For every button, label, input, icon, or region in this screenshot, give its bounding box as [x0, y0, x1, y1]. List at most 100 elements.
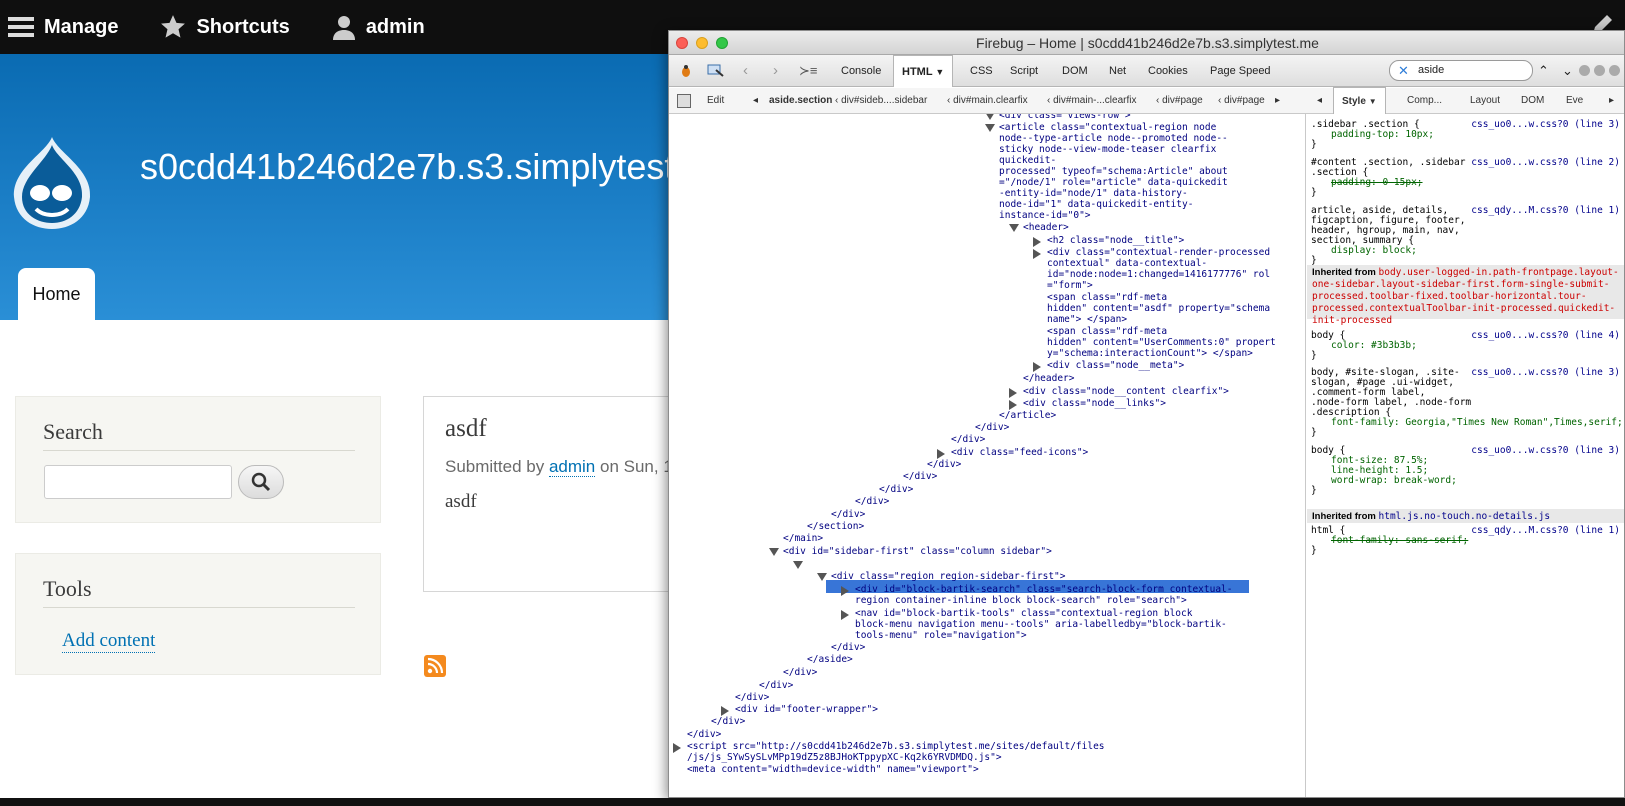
- css-property[interactable]: word-wrap: break-word;: [1331, 475, 1457, 487]
- layout-toggle-icon[interactable]: [677, 94, 691, 108]
- manage-menu[interactable]: Manage: [0, 0, 138, 54]
- html-line[interactable]: -entity-id="node/1" data-history-: [999, 188, 1188, 199]
- html-line[interactable]: y="schema:interactionCount"> </span>: [1047, 348, 1253, 359]
- css-source-link[interactable]: css_qdy...M.css?0 (line 1): [1471, 525, 1620, 537]
- tab-events[interactable]: Eve: [1566, 88, 1583, 114]
- author-link[interactable]: admin: [548, 457, 596, 477]
- firebug-close-icon[interactable]: [1609, 65, 1620, 76]
- html-line[interactable]: </div>: [927, 459, 961, 470]
- firebug-minimize-icon[interactable]: [1579, 65, 1590, 76]
- css-selector[interactable]: }: [1311, 139, 1317, 151]
- html-line[interactable]: hidden" content="asdf" property="schema: [1047, 303, 1270, 314]
- add-content-link[interactable]: Add content: [62, 630, 156, 653]
- css-property[interactable]: font-family: Georgia,"Times New Roman",T…: [1331, 417, 1623, 429]
- crumb-aside-section[interactable]: aside.section: [769, 88, 832, 114]
- html-line[interactable]: <article class="contextual-region node: [999, 122, 1216, 133]
- rss-feed-icon[interactable]: [424, 655, 446, 677]
- inspect-icon[interactable]: [707, 64, 725, 78]
- html-line[interactable]: <aside class="section" role="complementa…: [807, 559, 1059, 570]
- twisty-closed-icon[interactable]: [841, 586, 849, 596]
- tab-html[interactable]: HTML ▼: [893, 55, 954, 87]
- html-line[interactable]: </div>: [951, 434, 985, 445]
- tab-script[interactable]: Script: [1010, 55, 1038, 87]
- html-line[interactable]: tools-menu" role="navigation">: [855, 630, 1027, 641]
- html-line[interactable]: <div class="node__content clearfix">: [1023, 386, 1229, 397]
- side-scroll-left-icon[interactable]: ◂: [1317, 88, 1322, 114]
- html-line[interactable]: </div>: [975, 422, 1009, 433]
- html-line[interactable]: <header>: [1023, 222, 1069, 233]
- command-line-icon[interactable]: ≻≡: [799, 55, 817, 87]
- html-line[interactable]: </header>: [1023, 373, 1074, 384]
- html-line[interactable]: </div>: [855, 496, 889, 507]
- html-line[interactable]: </div>: [759, 680, 793, 691]
- html-line[interactable]: <div class="feed-icons">: [951, 447, 1088, 458]
- search-next-icon[interactable]: ⌄: [1562, 55, 1573, 87]
- crumb-page[interactable]: ‹ div#page: [1156, 88, 1203, 114]
- shortcuts-menu[interactable]: Shortcuts: [152, 0, 309, 54]
- html-line[interactable]: </div>: [711, 716, 745, 727]
- css-source-link[interactable]: css_uo0...w.css?0 (line 4): [1471, 330, 1620, 342]
- html-line[interactable]: /js/js_SYwSySLvMPp19dZ5z8BJHoKTppypXC-Kq…: [687, 752, 1002, 763]
- forward-arrow-icon[interactable]: ›: [773, 55, 778, 87]
- user-menu[interactable]: admin: [324, 0, 445, 54]
- twisty-closed-icon[interactable]: [1033, 237, 1041, 247]
- crumb-page-2[interactable]: ‹ div#page: [1218, 88, 1265, 114]
- drupal-logo[interactable]: [10, 135, 94, 231]
- tab-side-dom[interactable]: DOM: [1521, 88, 1544, 114]
- twisty-open-icon[interactable]: [769, 548, 779, 556]
- html-line[interactable]: <span class="rdf-meta: [1047, 292, 1167, 303]
- twisty-closed-icon[interactable]: [1009, 400, 1017, 410]
- css-selector[interactable]: }: [1311, 427, 1317, 439]
- html-line[interactable]: <meta content="width=device-width" name=…: [687, 764, 979, 775]
- html-line[interactable]: node--type-article node--promoted node--: [999, 133, 1228, 144]
- firebug-detach-icon[interactable]: [1594, 65, 1605, 76]
- crumb-main-clearfix[interactable]: ‹ div#main-...clearfix: [1047, 88, 1136, 114]
- css-source-link[interactable]: css_uo0...w.css?0 (line 3): [1471, 367, 1620, 379]
- site-name[interactable]: s0cdd41b246d2e7b.s3.simplytest: [140, 146, 674, 188]
- tab-dom[interactable]: DOM: [1062, 55, 1088, 87]
- tab-net[interactable]: Net: [1109, 55, 1126, 87]
- close-window-button[interactable]: [676, 37, 688, 49]
- css-property[interactable]: color: #3b3b3b;: [1331, 340, 1417, 352]
- article-title[interactable]: asdf: [445, 415, 487, 443]
- html-line[interactable]: </section>: [807, 521, 864, 532]
- html-line[interactable]: </div>: [687, 729, 721, 740]
- html-line[interactable]: block-menu navigation menu--tools" aria-…: [855, 619, 1227, 630]
- html-line[interactable]: </div>: [831, 642, 865, 653]
- tab-layout[interactable]: Layout: [1470, 88, 1500, 114]
- html-line[interactable]: </div>: [831, 509, 865, 520]
- css-property[interactable]: font-family: sans-serif;: [1331, 535, 1468, 547]
- html-line[interactable]: <div class="region region-sidebar-first"…: [831, 571, 1066, 582]
- html-line[interactable]: </article>: [999, 410, 1056, 421]
- search-prev-icon[interactable]: ⌃: [1538, 55, 1549, 87]
- tab-home[interactable]: Home: [18, 268, 95, 320]
- twisty-open-icon[interactable]: [793, 561, 803, 569]
- inherited-html-link[interactable]: html.js.no-touch.no-details.js: [1379, 511, 1551, 522]
- html-line[interactable]: <div id="footer-wrapper">: [735, 704, 878, 715]
- html-line[interactable]: <h2 class="node__title">: [1047, 235, 1184, 246]
- twisty-closed-icon[interactable]: [1033, 249, 1041, 259]
- clear-search-icon[interactable]: ✕: [1398, 61, 1409, 80]
- css-selector[interactable]: }: [1311, 545, 1317, 557]
- twisty-closed-icon[interactable]: [721, 706, 729, 716]
- zoom-window-button[interactable]: [716, 37, 728, 49]
- twisty-closed-icon[interactable]: [937, 449, 945, 459]
- twisty-open-icon[interactable]: [985, 114, 995, 120]
- html-line[interactable]: id="node:node=1:changed=1416177776" rol: [1047, 269, 1270, 280]
- css-source-link[interactable]: css_uo0...w.css?0 (line 3): [1471, 119, 1620, 131]
- html-line[interactable]: <nav id="block-bartik-tools" class="cont…: [855, 608, 1192, 619]
- html-line[interactable]: </div>: [783, 667, 817, 678]
- css-selector[interactable]: }: [1311, 485, 1317, 497]
- side-scroll-right-icon[interactable]: ▸: [1609, 88, 1614, 114]
- twisty-open-icon[interactable]: [1009, 224, 1019, 232]
- minimize-window-button[interactable]: [696, 37, 708, 49]
- html-line[interactable]: hidden" content="UserComments:0" propert: [1047, 337, 1276, 348]
- html-line[interactable]: </main>: [783, 533, 823, 544]
- html-line[interactable]: name"> </span>: [1047, 314, 1127, 325]
- crumb-scroll-left-icon[interactable]: ◂: [753, 88, 758, 114]
- twisty-closed-icon[interactable]: [841, 610, 849, 620]
- css-source-link[interactable]: css_uo0...w.css?0 (line 2): [1471, 157, 1620, 169]
- html-line[interactable]: instance-id="0">: [999, 210, 1091, 221]
- html-line[interactable]: </aside>: [807, 654, 853, 665]
- html-line[interactable]: <div class="views-row">: [999, 114, 1131, 121]
